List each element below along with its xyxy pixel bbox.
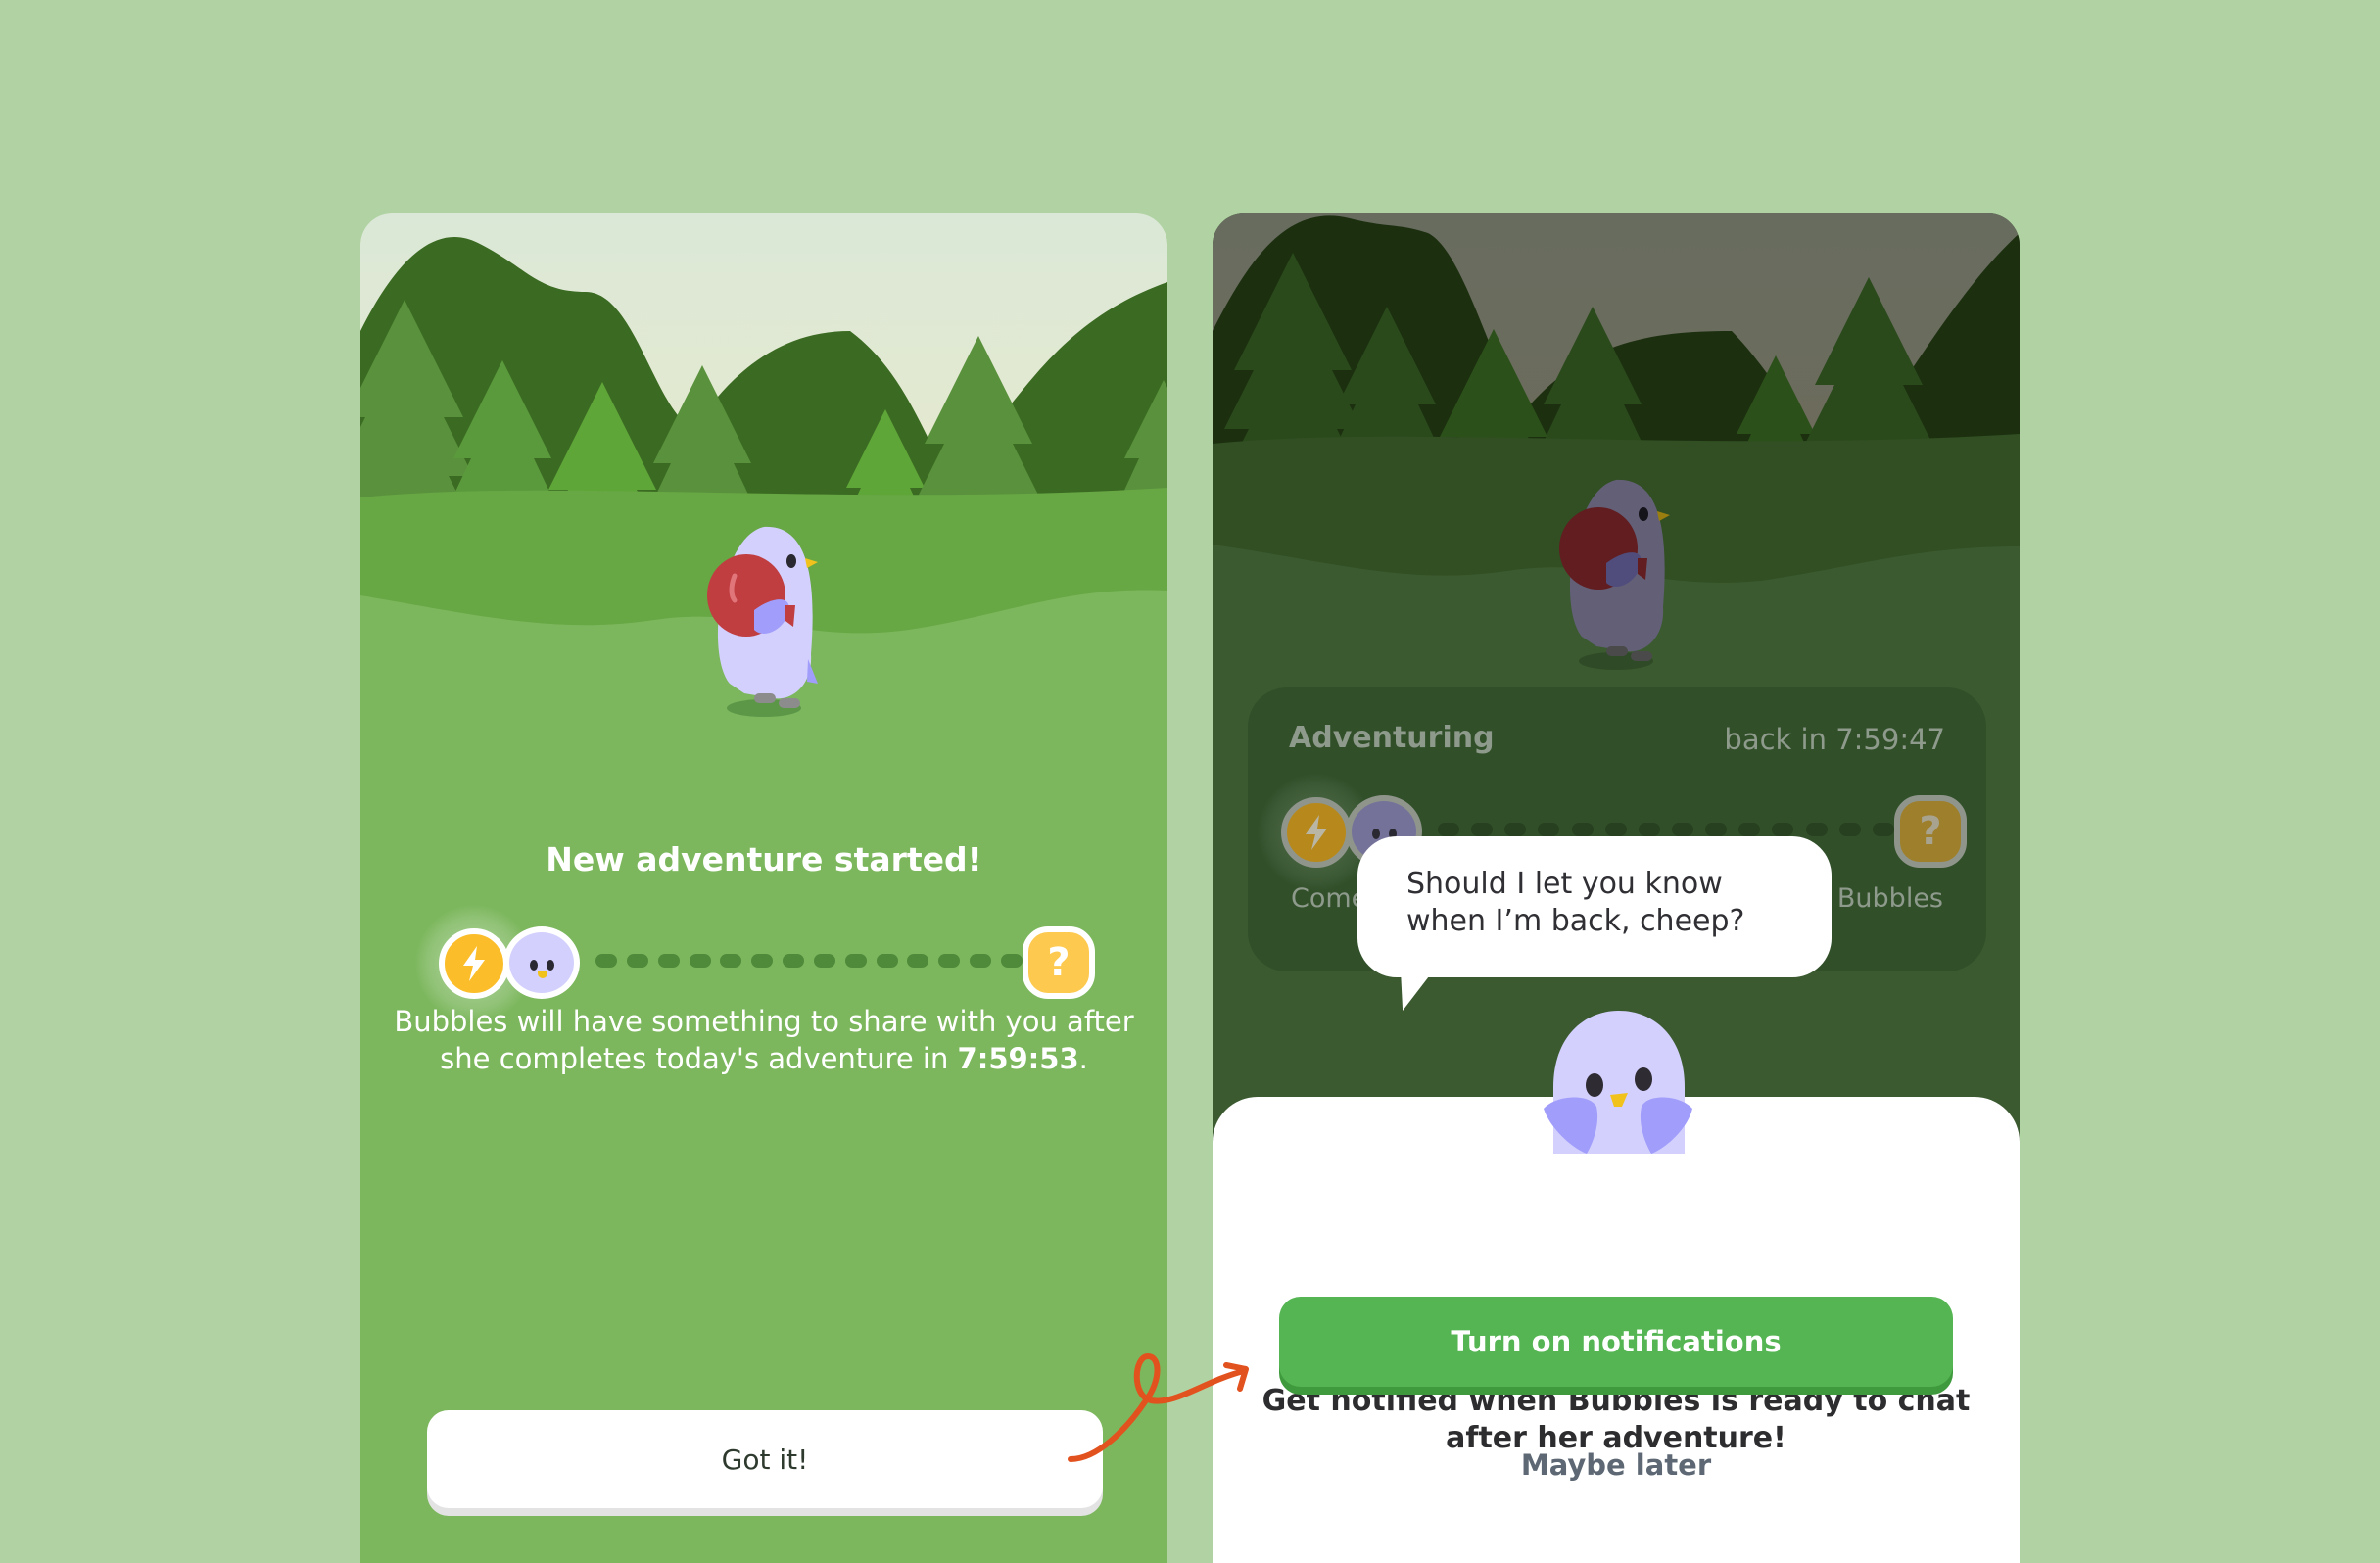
- progress-step: [813, 954, 835, 968]
- progress-dots: [595, 954, 1023, 968]
- progress-step: [1838, 823, 1861, 836]
- progress-step: [844, 954, 867, 968]
- lightning-bolt-icon: [439, 928, 509, 999]
- turn-on-notifications-button[interactable]: Turn on notifications: [1279, 1297, 1953, 1387]
- progress-step: [938, 954, 961, 968]
- status-caption-left: Come: [1291, 883, 1368, 914]
- progress-step: [595, 954, 617, 968]
- status-title: Adventuring: [1289, 721, 1495, 755]
- question-mark-icon: ?: [1894, 795, 1967, 868]
- got-it-button[interactable]: Got it!: [427, 1410, 1103, 1508]
- forest-scene: [360, 213, 1167, 762]
- progress-step: [1805, 823, 1828, 836]
- question-mark-icon: ?: [1023, 926, 1095, 999]
- forest-illustration-dimmed: [1213, 213, 2020, 762]
- status-return-time: back in 7:59:47: [1724, 723, 1945, 756]
- progress-step: [751, 954, 774, 968]
- canvas: New adventure started! ? Bubbles will ha…: [0, 0, 2380, 1563]
- progress-step: [1538, 823, 1560, 836]
- lightning-bolt-icon: [1281, 797, 1352, 868]
- progress-step: [783, 954, 805, 968]
- bubbles-peeking-icon: [1544, 1011, 1692, 1154]
- progress-step: [689, 954, 711, 968]
- progress-step: [907, 954, 929, 968]
- forest-illustration: [360, 213, 1167, 762]
- progress-step: [657, 954, 680, 968]
- progress-step: [1872, 823, 1894, 836]
- progress-dots: [1438, 823, 1894, 836]
- adventure-started-screen: New adventure started! ? Bubbles will ha…: [360, 213, 1167, 1563]
- progress-step: [876, 954, 898, 968]
- progress-step: [1638, 823, 1660, 836]
- progress-step: [1738, 823, 1761, 836]
- bird-eye: [547, 960, 554, 971]
- forest-scene-dimmed: [1213, 213, 2020, 762]
- progress-step: [1604, 823, 1627, 836]
- progress-step: [1504, 823, 1527, 836]
- bird-beak: [538, 971, 547, 978]
- progress-step: [1000, 954, 1023, 968]
- flow-arrow-icon: [1068, 1352, 1249, 1462]
- maybe-later-button[interactable]: Maybe later: [1475, 1438, 1757, 1492]
- progress-step: [720, 954, 742, 968]
- notification-prompt-screen: Adventuring back in 7:59:47 ? Come Bubbl…: [1213, 213, 2020, 1563]
- progress-step: [1705, 823, 1728, 836]
- progress-step: [1471, 823, 1494, 836]
- progress-step: [1671, 823, 1693, 836]
- speech-bubble: Should I let you know when I’m back, che…: [1357, 836, 1832, 977]
- adventure-progress-track: ?: [413, 905, 1105, 1022]
- progress-step: [1571, 823, 1594, 836]
- progress-step: [1438, 823, 1459, 836]
- description-period: .: [1078, 1042, 1088, 1075]
- progress-step: [970, 954, 992, 968]
- countdown-timer: 7:59:53: [957, 1042, 1079, 1075]
- status-caption-right: Bubbles: [1836, 883, 1943, 914]
- progress-step: [1772, 823, 1794, 836]
- progress-step: [626, 954, 648, 968]
- adventure-description: Bubbles will have something to share wit…: [390, 1003, 1138, 1077]
- bubbles-avatar: [503, 926, 580, 999]
- adventure-title: New adventure started!: [546, 840, 982, 878]
- bird-eye: [530, 960, 538, 971]
- bird-eye: [1372, 829, 1380, 839]
